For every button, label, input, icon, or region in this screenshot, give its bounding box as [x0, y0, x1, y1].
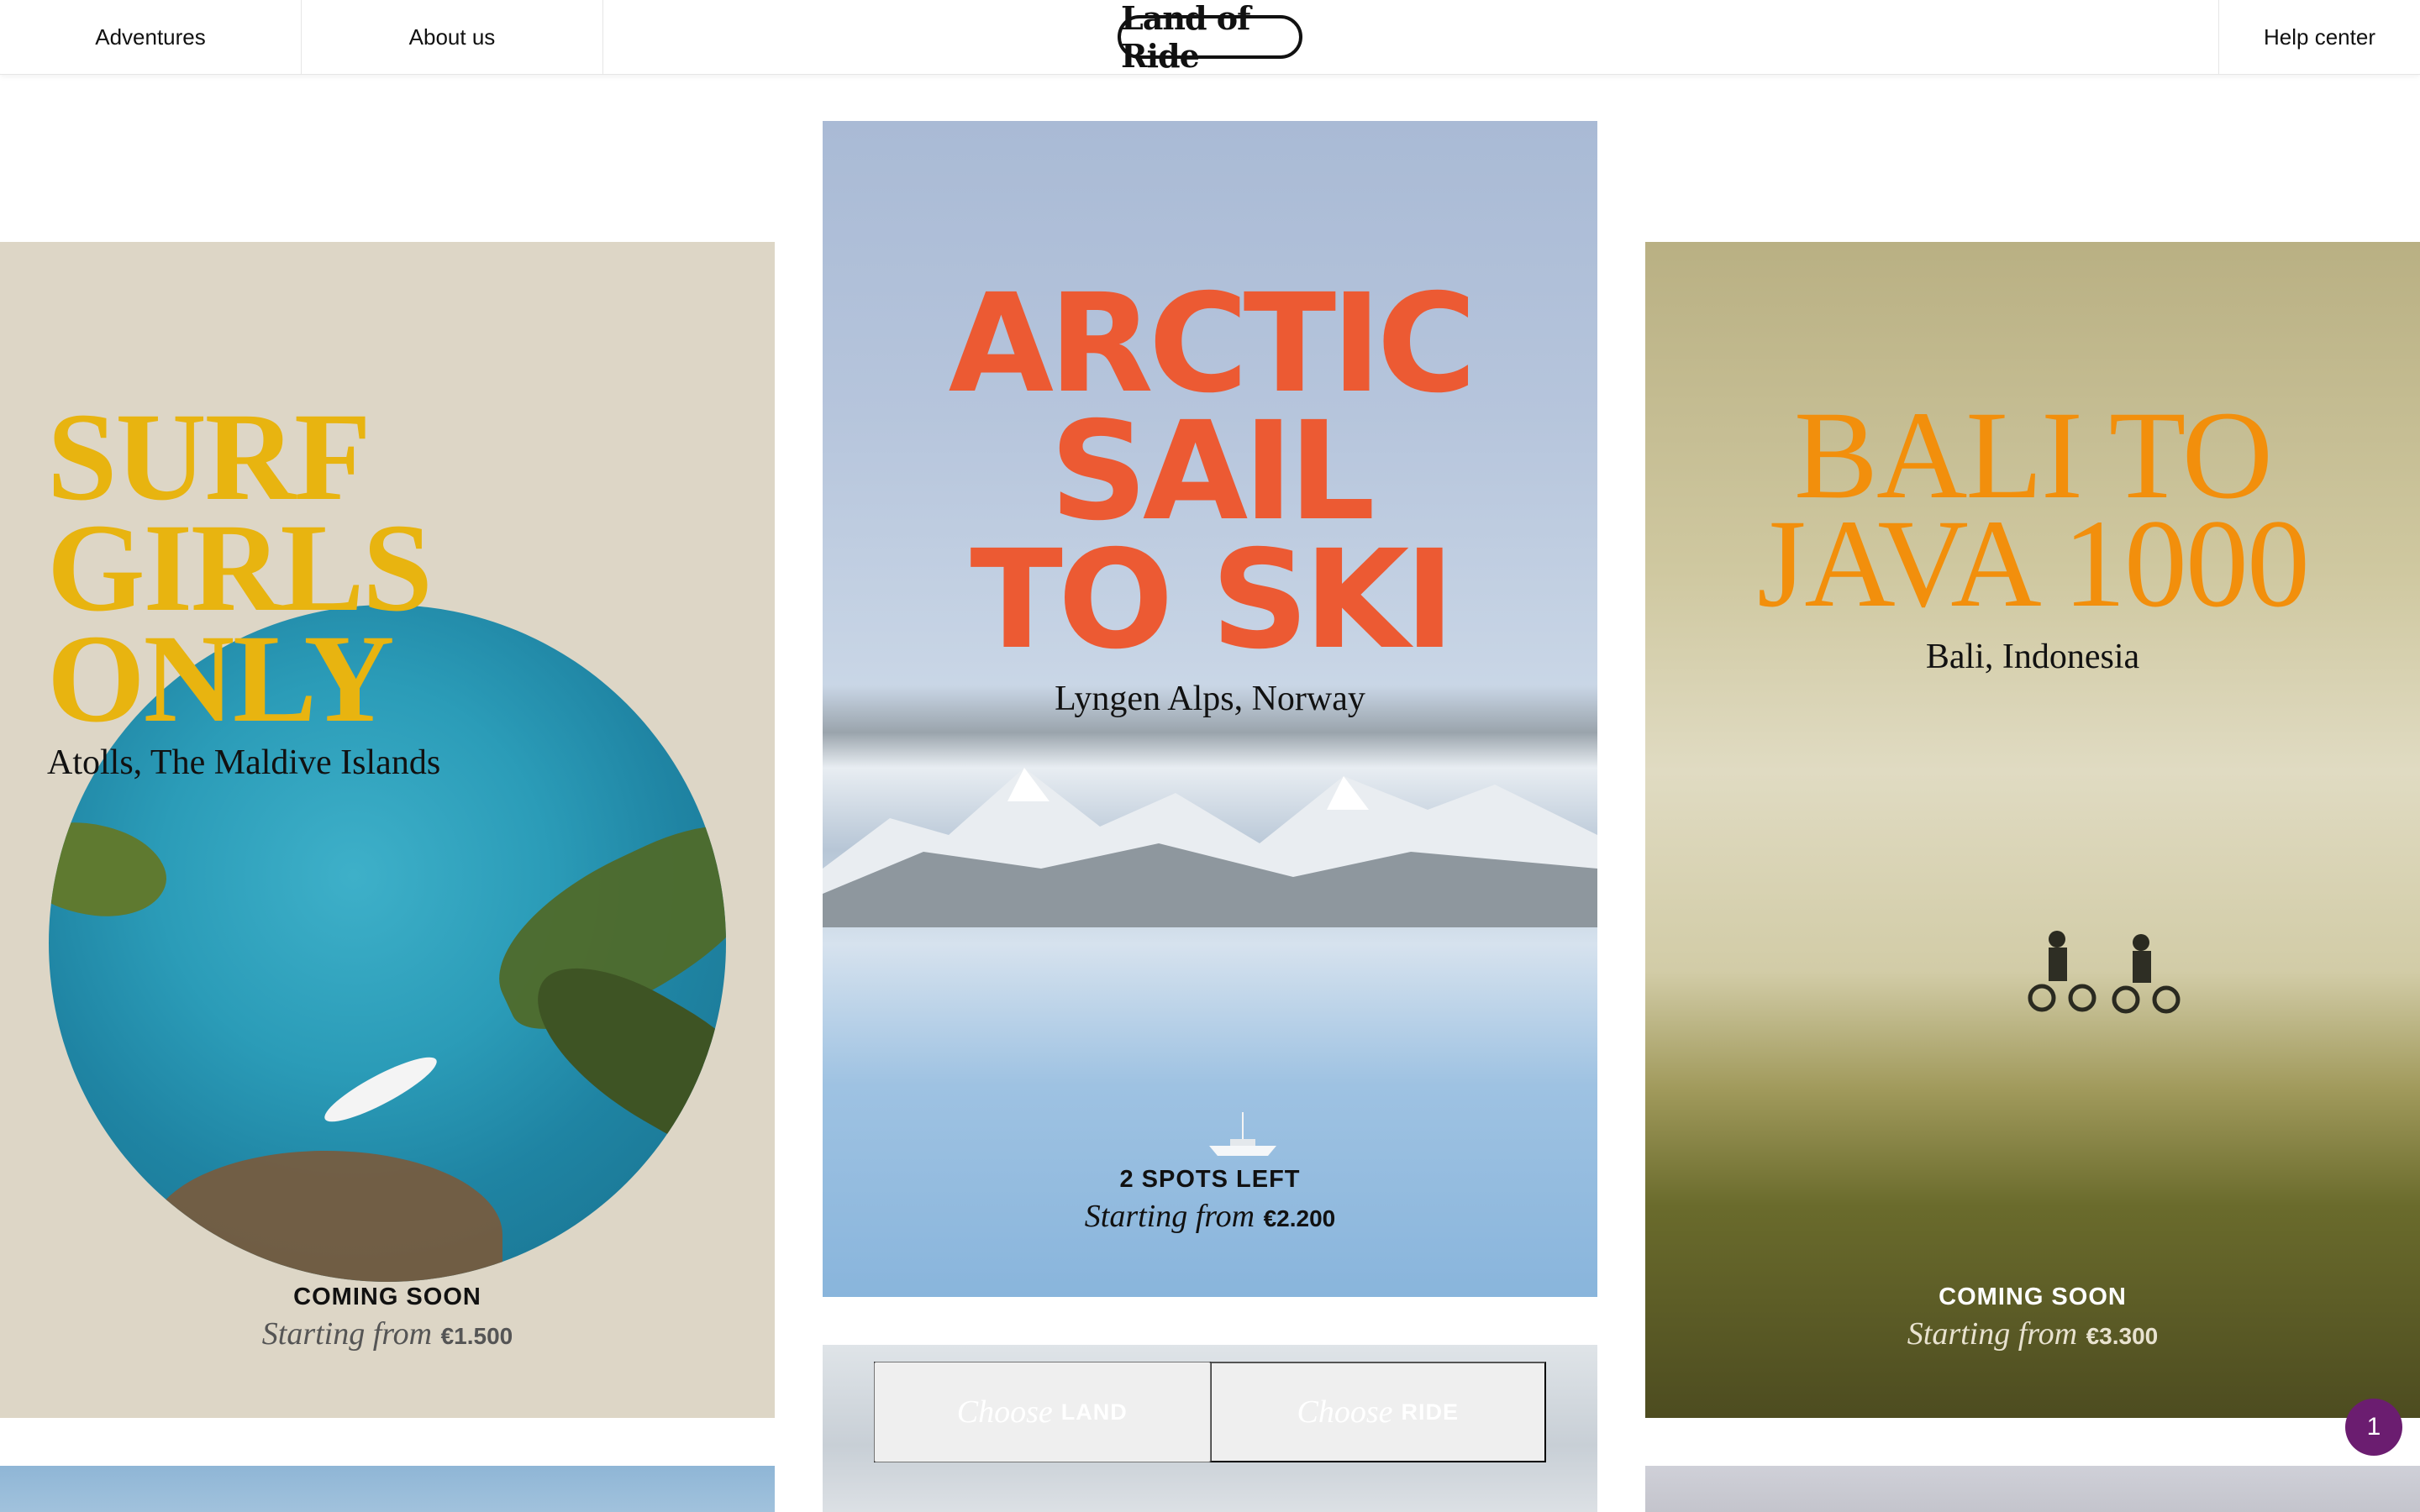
card-price: Starting from €2.200 [823, 1198, 1597, 1235]
card-title: ARCTIC SAIL TO SKI [823, 265, 1597, 680]
adventure-card-bali-to-java[interactable]: BALI TO JAVA 1000 Bali, Indonesia COMING… [1645, 242, 2420, 1418]
card-price: Starting from €1.500 [0, 1315, 775, 1352]
choose-word: LAND [1060, 1399, 1128, 1425]
price-value: €3.300 [2086, 1323, 2159, 1349]
site-logo[interactable]: Land of Ride [1118, 0, 1302, 75]
palm-leaf-shape [49, 800, 178, 939]
card-location: Bali, Indonesia [1925, 638, 2140, 676]
title-line: GIRLS [47, 498, 433, 638]
title-line: JAVA 1000 [1757, 494, 2310, 633]
card-title: SURF GIRLS ONLY [47, 387, 433, 748]
title-line: ONLY [47, 609, 395, 748]
shrub-shape [150, 1151, 502, 1282]
card-status: COMING SOON [1939, 1284, 2127, 1310]
nav-about-us[interactable]: About us [302, 0, 603, 75]
price-prefix: Starting from [261, 1316, 433, 1352]
card-location: Lyngen Alps, Norway [1055, 680, 1365, 718]
choose-word: RIDE [1401, 1399, 1459, 1425]
adventure-card-partial[interactable] [1645, 1466, 2420, 1512]
choose-land-button[interactable]: Choose LAND [874, 1362, 1211, 1462]
nav-adventures[interactable]: Adventures [0, 0, 302, 75]
page: Adventures About us Land of Ride Help ce… [0, 0, 2420, 1512]
surfboard-shape [318, 1047, 444, 1132]
price-prefix: Starting from [1084, 1199, 1255, 1234]
card-status: COMING SOON [293, 1284, 481, 1310]
title-line: TO SKI [970, 521, 1455, 680]
mountain-range-illustration [823, 768, 1597, 927]
nav-help-center[interactable]: Help center [2218, 0, 2420, 75]
choose-ride-button[interactable]: Choose RIDE [1210, 1362, 1546, 1462]
card-price: Starting from €3.300 [1645, 1315, 2420, 1352]
title-line: SAIL [1050, 393, 1376, 552]
price-value: €2.200 [1263, 1205, 1336, 1231]
choose-prefix: Choose [956, 1394, 1053, 1430]
top-navigation: Adventures About us Land of Ride Help ce… [0, 0, 2420, 75]
card-status: 2 SPOTS LEFT [1119, 1166, 1301, 1193]
sailboat-illustration [1209, 1112, 1276, 1156]
adventure-card-surf-girls-only[interactable]: SURF GIRLS ONLY Atolls, The Maldive Isla… [0, 242, 775, 1418]
card-location: Atolls, The Maldive Islands [47, 743, 441, 782]
title-line: SURF [47, 387, 371, 527]
price-value: €1.500 [440, 1323, 513, 1349]
price-prefix: Starting from [1907, 1316, 2078, 1352]
title-line: ARCTIC [948, 265, 1477, 423]
card-title: BALI TO JAVA 1000 [1645, 392, 2420, 633]
adventure-card-partial[interactable] [0, 1466, 775, 1512]
notification-badge[interactable]: 1 [2345, 1399, 2402, 1456]
choose-filter-bar: Choose LAND Choose RIDE [874, 1362, 1546, 1462]
motorcycle-riders-illustration [2028, 931, 2181, 1014]
adventure-card-arctic-sail-to-ski[interactable]: ARCTIC SAIL TO SKI Lyngen Alps, Norway 2… [823, 121, 1597, 1297]
choose-prefix: Choose [1297, 1394, 1393, 1430]
